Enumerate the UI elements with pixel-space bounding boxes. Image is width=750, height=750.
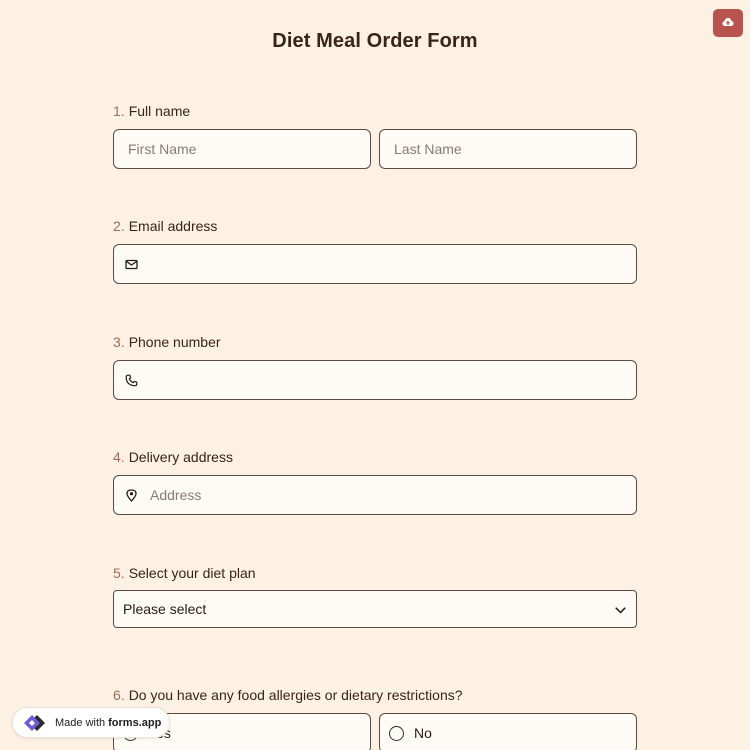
diet-plan-selected-value: Please select bbox=[123, 601, 207, 617]
question-text: Email address bbox=[128, 218, 218, 234]
phone-input[interactable] bbox=[113, 360, 637, 400]
question-number: 6. bbox=[113, 687, 125, 703]
address-placeholder: Address bbox=[150, 487, 202, 503]
form-title: Diet Meal Order Form bbox=[272, 30, 478, 52]
phone-icon bbox=[124, 373, 138, 387]
form-page: Diet Meal Order Form 1. Full name First N… bbox=[0, 0, 750, 750]
option-label: No bbox=[414, 725, 432, 741]
diet-plan-select[interactable]: Please select bbox=[113, 590, 637, 628]
question-text: Select your diet plan bbox=[128, 565, 256, 581]
question-3-label: 3. Phone number bbox=[113, 334, 221, 350]
question-text: Do you have any food allergies or dietar… bbox=[128, 687, 463, 703]
made-with-badge[interactable]: Made with forms.app bbox=[12, 707, 170, 738]
chevron-down-icon bbox=[615, 601, 626, 617]
envelope-icon bbox=[124, 257, 138, 271]
allergy-option-no[interactable]: No bbox=[379, 713, 637, 750]
question-text: Delivery address bbox=[128, 449, 233, 465]
question-1-label: 1. Full name bbox=[113, 103, 190, 119]
forms-app-logo-icon bbox=[21, 712, 49, 734]
last-name-input[interactable]: Last Name bbox=[379, 129, 637, 169]
question-text: Phone number bbox=[128, 334, 221, 350]
first-name-input[interactable]: First Name bbox=[113, 129, 371, 169]
question-text: Full name bbox=[128, 103, 191, 119]
question-2-label: 2. Email address bbox=[113, 218, 217, 234]
question-number: 5. bbox=[113, 565, 125, 581]
question-number: 1. bbox=[113, 103, 125, 119]
question-6-label: 6. Do you have any food allergies or diet… bbox=[113, 687, 463, 703]
radio-circle[interactable] bbox=[389, 725, 404, 741]
question-number: 3. bbox=[113, 334, 125, 350]
email-input[interactable] bbox=[113, 244, 637, 284]
question-number: 4. bbox=[113, 449, 125, 465]
question-5-label: 5. Select your diet plan bbox=[113, 565, 256, 581]
question-4-label: 4. Delivery address bbox=[113, 449, 233, 465]
first-name-placeholder: First Name bbox=[128, 141, 197, 157]
address-input[interactable]: Address bbox=[113, 475, 637, 515]
last-name-placeholder: Last Name bbox=[394, 141, 462, 157]
badge-prefix: Made with bbox=[55, 716, 106, 729]
map-pin-icon bbox=[124, 488, 138, 502]
question-number: 2. bbox=[113, 218, 125, 234]
badge-brand: forms.app bbox=[108, 716, 162, 729]
